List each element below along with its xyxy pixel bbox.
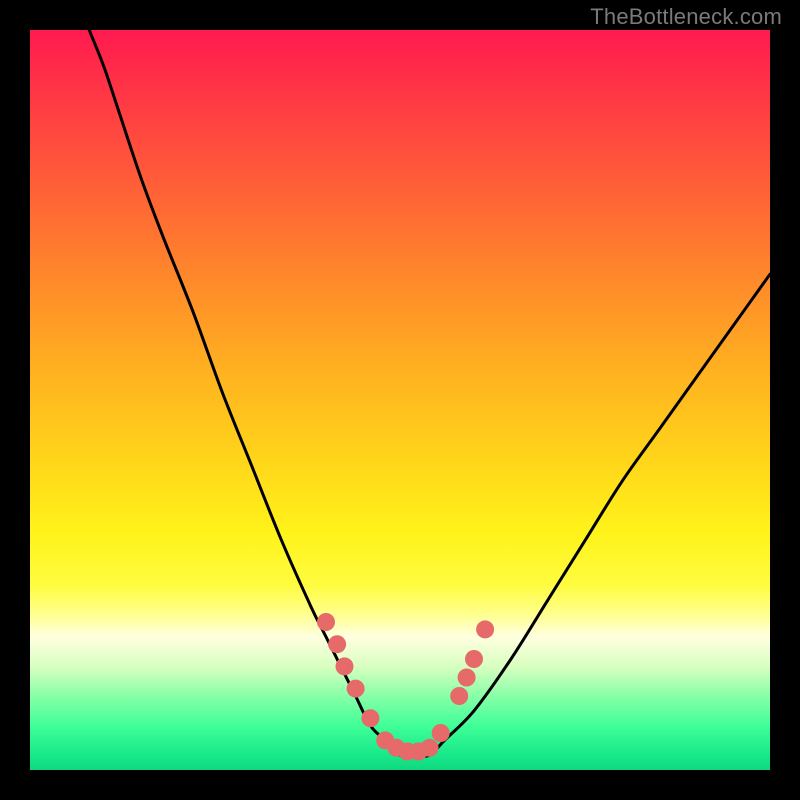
data-marker (328, 635, 346, 653)
data-marker (476, 620, 494, 638)
data-marker (336, 657, 354, 675)
curve-svg (30, 30, 770, 770)
data-marker (361, 709, 379, 727)
chart-frame: TheBottleneck.com (0, 0, 800, 800)
attribution-text: TheBottleneck.com (590, 4, 782, 30)
data-marker (421, 739, 439, 757)
bottleneck-curve (89, 30, 770, 756)
data-marker (450, 687, 468, 705)
data-marker (458, 669, 476, 687)
data-marker (347, 680, 365, 698)
data-marker (465, 650, 483, 668)
plot-area (30, 30, 770, 770)
marker-group (317, 613, 494, 761)
data-marker (317, 613, 335, 631)
data-marker (432, 724, 450, 742)
